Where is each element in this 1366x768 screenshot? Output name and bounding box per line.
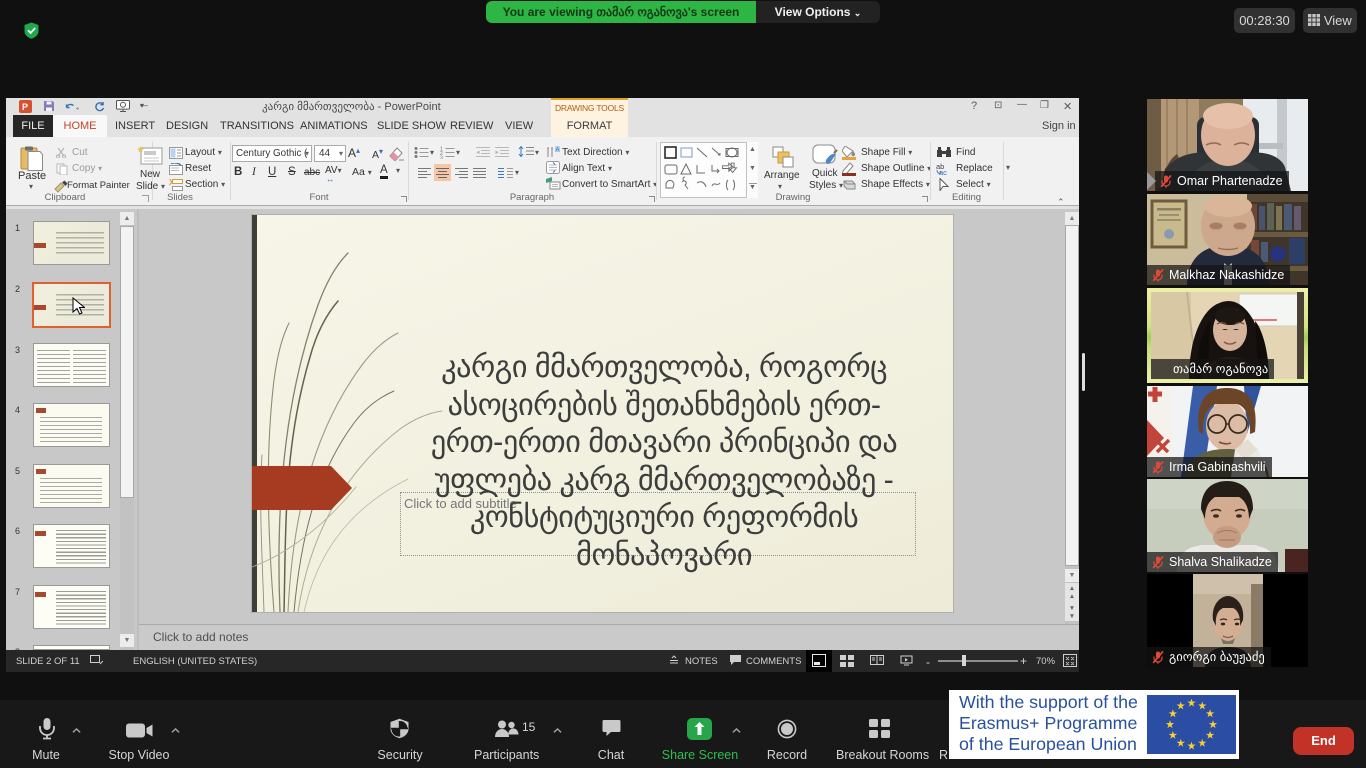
svg-text:A: A	[556, 148, 560, 154]
svg-text:P: P	[22, 102, 28, 112]
svg-text:3: 3	[440, 156, 443, 160]
